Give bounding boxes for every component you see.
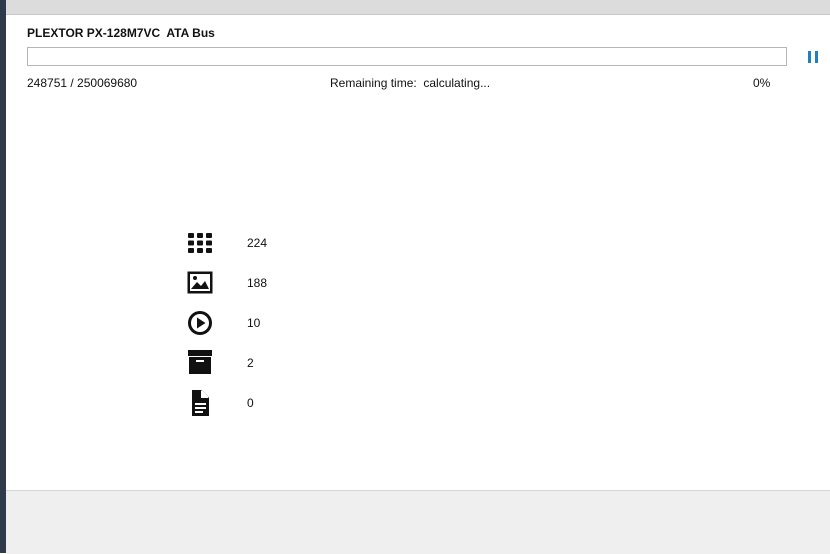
stat-row-images: 188 (180, 269, 320, 297)
window-left-border (0, 0, 6, 553)
stat-count-documents: 0 (247, 396, 254, 410)
document-icon (192, 390, 209, 416)
stat-row-all-files: 224 (180, 229, 320, 257)
sector-counter: 248751 / 250069680 (27, 76, 138, 90)
remaining-time: Remaining time: calculating... (330, 76, 491, 90)
archive-icon (188, 350, 212, 374)
grid-icon (188, 233, 212, 253)
scan-progress-bar (27, 47, 787, 66)
stat-count-archives: 2 (247, 356, 254, 370)
stat-row-videos: 10 (180, 309, 320, 337)
stat-count-all: 224 (247, 236, 268, 250)
stat-count-videos: 10 (247, 316, 261, 330)
footer-bar (6, 490, 830, 554)
scan-window: PLEXTOR PX-128M7VC ATA Bus 248751 / 2500… (0, 0, 830, 554)
pause-button[interactable] (805, 49, 821, 65)
stat-count-images: 188 (247, 276, 268, 290)
play-circle-icon (188, 311, 212, 335)
stat-row-documents: 0 (180, 389, 320, 417)
stat-row-archives: 2 (180, 349, 320, 377)
device-title: PLEXTOR PX-128M7VC ATA Bus (27, 26, 215, 40)
pause-icon (808, 51, 818, 63)
top-bar (6, 0, 830, 15)
image-icon (187, 271, 213, 294)
progress-percent: 0% (753, 76, 771, 90)
